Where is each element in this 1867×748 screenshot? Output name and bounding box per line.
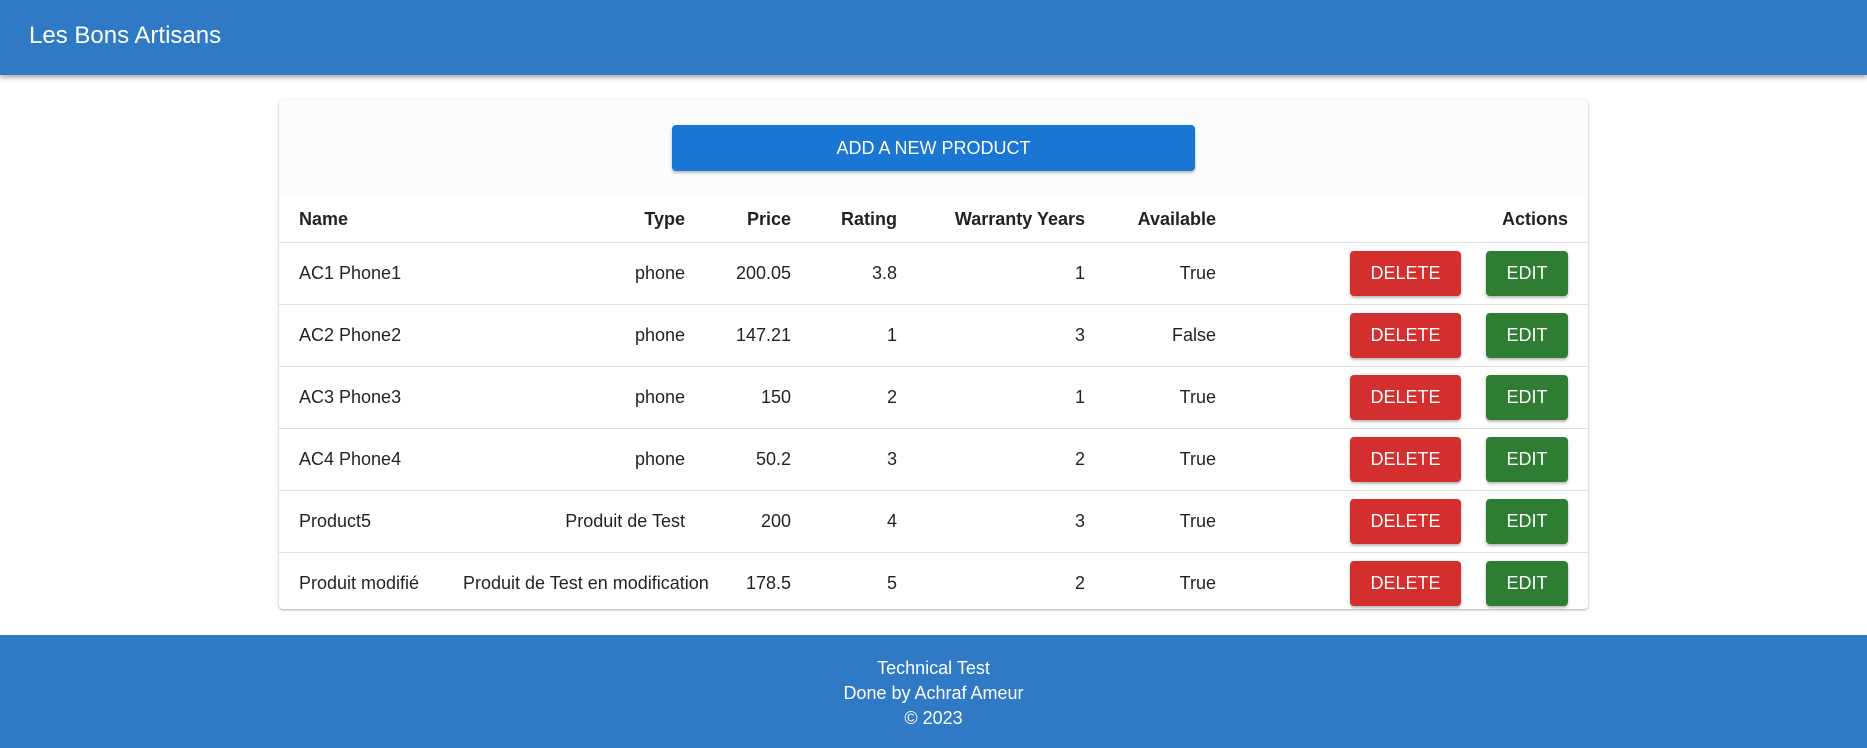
cell-available: True	[1105, 490, 1236, 553]
cell-available: True	[1105, 366, 1236, 429]
column-header-actions: Actions	[1236, 196, 1588, 243]
cell-actions: DELETE EDIT	[1236, 553, 1588, 610]
cell-type: Produit de Test	[443, 490, 705, 553]
cell-name: AC3 Phone3	[279, 366, 443, 429]
edit-button[interactable]: EDIT	[1486, 561, 1568, 606]
cell-type: phone	[443, 304, 705, 367]
cell-warranty: 1	[917, 366, 1105, 429]
cell-warranty: 2	[917, 428, 1105, 491]
cell-type: Produit de Test en modification	[463, 573, 709, 593]
delete-button[interactable]: DELETE	[1350, 499, 1461, 544]
cell-name: AC2 Phone2	[279, 304, 443, 367]
table-row: AC3 Phone3 phone 150 2 1 True DELETE EDIT	[279, 366, 1588, 429]
cell-actions: DELETE EDIT	[1236, 242, 1588, 305]
products-card: ADD A NEW PRODUCT Name Type Price Rating…	[279, 100, 1588, 609]
cell-available: False	[1105, 304, 1236, 367]
cell-type: phone	[443, 366, 705, 429]
delete-button[interactable]: DELETE	[1350, 251, 1461, 296]
card-toolbar: ADD A NEW PRODUCT	[279, 100, 1588, 196]
cell-name: AC4 Phone4	[279, 428, 443, 491]
cell-actions: DELETE EDIT	[1236, 366, 1588, 429]
cell-price: 150	[705, 366, 811, 429]
cell-available: True	[1179, 573, 1216, 593]
cell-name: Produit modifié	[299, 573, 420, 593]
cell-price: 178.5	[745, 573, 791, 593]
cell-available: True	[1105, 242, 1236, 305]
cell-name: AC1 Phone1	[279, 242, 443, 305]
cell-warranty: 2	[1074, 573, 1085, 593]
cell-price: 50.2	[705, 428, 811, 491]
cell-rating: 3.8	[811, 242, 917, 305]
app-bar: Les Bons Artisans	[0, 0, 1867, 75]
cell-price: 147.21	[705, 304, 811, 367]
cell-warranty: 3	[917, 490, 1105, 553]
footer-line-title: Technical Test	[877, 658, 990, 678]
cell-type: phone	[443, 242, 705, 305]
footer: Technical Test Done by Achraf Ameur © 20…	[0, 635, 1867, 748]
column-header-name[interactable]: Name	[279, 196, 443, 243]
products-table: Name Type Price Rating Warranty Years Av…	[279, 196, 1588, 609]
cell-warranty: 3	[917, 304, 1105, 367]
table-row: AC4 Phone4 phone 50.2 3 2 True DELETE EDI…	[279, 428, 1588, 491]
table-header-row: Name Type Price Rating Warranty Years Av…	[279, 196, 1588, 243]
cell-rating: 5	[886, 573, 897, 593]
cell-rating: 3	[811, 428, 917, 491]
cell-actions: DELETE EDIT	[1236, 304, 1588, 367]
delete-button[interactable]: DELETE	[1350, 375, 1461, 420]
table-row: Produit modifié Produit de Test en modif…	[279, 553, 1588, 610]
cell-rating: 1	[811, 304, 917, 367]
cell-type: phone	[443, 428, 705, 491]
delete-button[interactable]: DELETE	[1350, 561, 1461, 606]
column-header-available[interactable]: Available	[1105, 196, 1236, 243]
table-row: AC2 Phone2 phone 147.21 1 3 False DELETE…	[279, 304, 1588, 367]
delete-button[interactable]: DELETE	[1350, 437, 1461, 482]
edit-button[interactable]: EDIT	[1486, 313, 1568, 358]
column-header-type[interactable]: Type	[443, 196, 705, 243]
cell-price: 200.05	[705, 242, 811, 305]
footer-line-copyright: © 2023	[904, 708, 963, 728]
column-header-rating[interactable]: Rating	[811, 196, 917, 243]
footer-text: Technical Test Done by Achraf Ameur © 20…	[0, 656, 1867, 731]
delete-button[interactable]: DELETE	[1350, 313, 1461, 358]
cell-rating: 2	[811, 366, 917, 429]
edit-button[interactable]: EDIT	[1486, 251, 1568, 296]
cell-available: True	[1105, 428, 1236, 491]
column-header-warranty[interactable]: Warranty Years	[917, 196, 1105, 243]
cell-actions: DELETE EDIT	[1236, 490, 1588, 553]
column-header-price[interactable]: Price	[705, 196, 811, 243]
table-row: AC1 Phone1 phone 200.05 3.8 1 True DELET…	[279, 242, 1588, 305]
add-product-button[interactable]: ADD A NEW PRODUCT	[672, 125, 1195, 171]
cell-name: Product5	[279, 490, 443, 553]
cell-actions: DELETE EDIT	[1236, 428, 1588, 491]
table-row: Product5 Produit de Test 200 4 3 True DE…	[279, 490, 1588, 553]
edit-button[interactable]: EDIT	[1486, 375, 1568, 420]
app-title: Les Bons Artisans	[29, 22, 222, 49]
cell-warranty: 1	[917, 242, 1105, 305]
footer-line-author: Done by Achraf Ameur	[843, 683, 1024, 703]
edit-button[interactable]: EDIT	[1486, 499, 1568, 544]
edit-button[interactable]: EDIT	[1486, 437, 1568, 482]
cell-price: 200	[705, 490, 811, 553]
cell-rating: 4	[811, 490, 917, 553]
